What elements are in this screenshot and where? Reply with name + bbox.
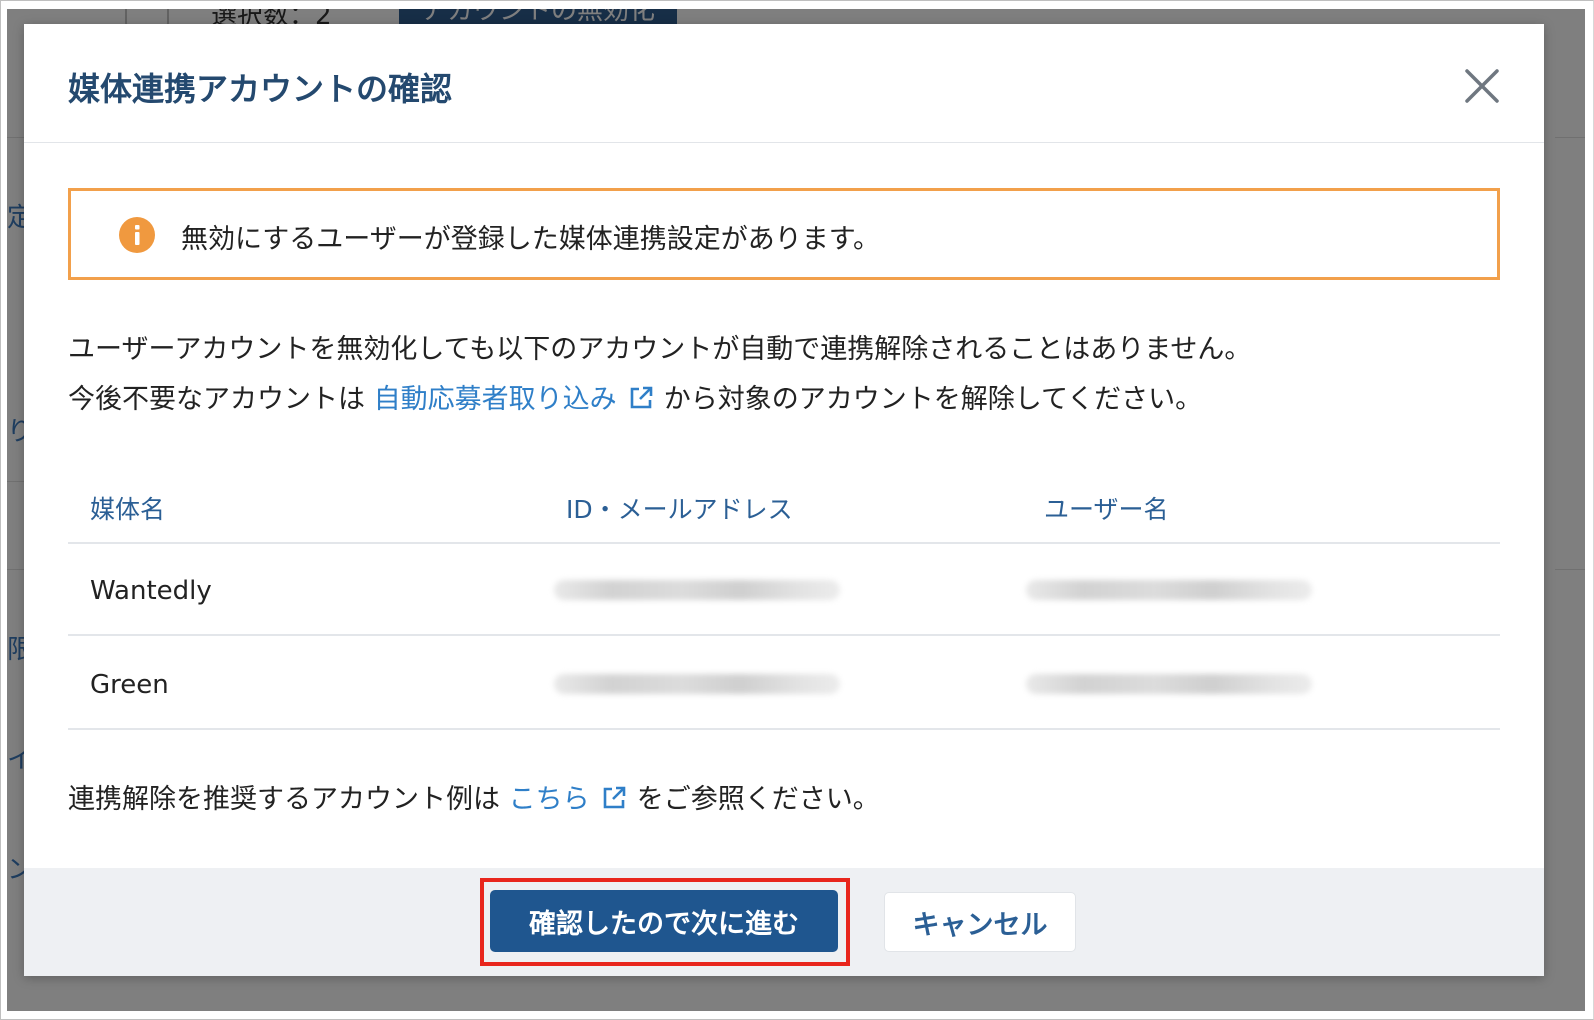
description-text: から対象のアカウントを解除してください。 [663,384,1203,415]
close-button[interactable] [1462,66,1502,106]
redacted-email [554,580,840,600]
alert-message: 無効にするユーザーが登録した媒体連携設定があります。 [181,224,881,255]
column-header-username: ユーザー名 [1044,495,1169,524]
link-label: こちら [508,784,590,815]
redacted-email [554,674,840,694]
table-divider [68,728,1500,730]
link-label: 自動応募者取り込み [373,384,617,415]
recommended-accounts-link[interactable]: こちら [509,784,637,815]
media-name: Wantedly [90,576,212,606]
dialog-header: 媒体連携アカウントの確認 [24,24,1544,143]
external-link-icon [603,786,626,809]
column-header-email: ID・メールアドレス [566,495,793,524]
close-icon [1465,69,1499,103]
description-text: 今後不要なアカウントは [68,384,374,415]
auto-applicant-import-link[interactable]: 自動応募者取り込み [374,384,664,415]
table-divider [68,634,1500,636]
warning-alert: 無効にするユーザーが登録した媒体連携設定があります。 [68,188,1500,280]
redacted-username [1026,580,1312,600]
column-header-media: 媒体名 [90,495,166,524]
media-name: Green [90,670,169,700]
redacted-username [1026,674,1312,694]
recommendation-note: 連携解除を推奨するアカウント例は こちら をご参照ください。 [68,782,880,818]
note-text: をご参照ください。 [636,784,880,815]
table-divider [68,542,1500,544]
dialog-title: 媒体連携アカウントの確認 [68,70,453,108]
note-text: 連携解除を推奨するアカウント例は [68,784,509,815]
description-line-2: 今後不要なアカウントは 自動応募者取り込み から対象のアカウントを解除してくださ… [68,382,1202,418]
confirm-dialog: 媒体連携アカウントの確認 無効にするユーザーが登録した媒体連携設定があります。 … [24,24,1544,976]
confirm-next-button[interactable]: 確認したので次に進む [490,890,838,952]
external-link-icon [630,386,653,409]
info-icon [119,217,155,253]
description-line-1: ユーザーアカウントを無効化しても以下のアカウントが自動で連携解除されることはあり… [68,334,1252,365]
cancel-button[interactable]: キャンセル [884,892,1076,952]
dialog-footer: 確認したので次に進む キャンセル [24,868,1544,976]
